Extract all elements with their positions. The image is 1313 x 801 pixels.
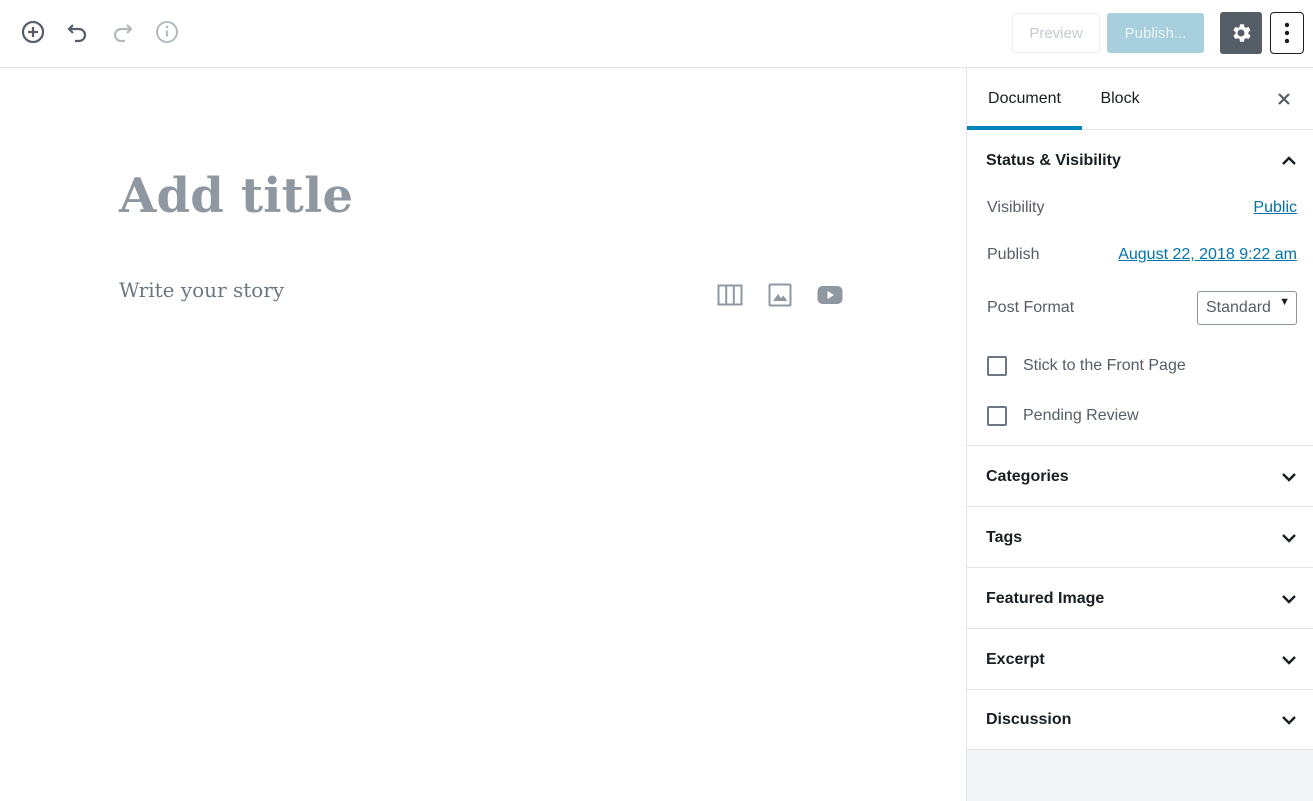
publish-label: Publish: [987, 246, 1040, 263]
chevron-down-icon: [1279, 467, 1299, 487]
gear-icon: [1233, 24, 1251, 42]
caret-down-icon: ▼: [1279, 296, 1290, 308]
panel-excerpt[interactable]: Excerpt: [967, 629, 1313, 690]
preview-button[interactable]: Preview: [1012, 13, 1100, 53]
publish-date-link[interactable]: August 22, 2018 9:22 am: [1118, 246, 1297, 264]
columns-icon[interactable]: [715, 280, 745, 310]
post-format-label: Post Format: [987, 299, 1075, 316]
pending-review-checkbox[interactable]: [987, 406, 1007, 426]
video-icon[interactable]: [815, 280, 845, 310]
pending-review-row: Pending Review: [987, 404, 1139, 428]
settings-sidebar: Document Block Status & Visibility Visib…: [966, 68, 1313, 801]
panel-featured-image[interactable]: Featured Image: [967, 568, 1313, 629]
post-body-placeholder[interactable]: Write your story: [119, 278, 284, 302]
tab-document[interactable]: Document: [967, 68, 1082, 130]
visibility-row: Visibility Public: [987, 197, 1297, 219]
editor-header-toolbar: Preview Publish...: [0, 0, 1313, 68]
panel-excerpt-toggle[interactable]: Excerpt: [967, 629, 1313, 690]
undo-icon[interactable]: [61, 16, 93, 48]
editor-canvas: Add title Write your story: [0, 68, 966, 801]
chevron-down-icon: [1279, 528, 1299, 548]
chevron-up-icon: [1279, 151, 1299, 171]
visibility-label: Visibility: [987, 199, 1045, 216]
post-format-select[interactable]: Standard ▼: [1197, 291, 1297, 325]
panel-tags-toggle[interactable]: Tags: [967, 507, 1313, 568]
sidebar-header: Document Block: [967, 68, 1313, 130]
chevron-down-icon: [1279, 650, 1299, 670]
vertical-ellipsis-icon: [1284, 22, 1290, 44]
panel-featured-image-toggle[interactable]: Featured Image: [967, 568, 1313, 629]
post-title-input[interactable]: Add title: [119, 168, 353, 224]
panel-status-visibility-toggle[interactable]: Status & Visibility: [967, 130, 1313, 191]
stick-to-front-label: Stick to the Front Page: [1023, 357, 1186, 374]
info-icon[interactable]: [151, 16, 183, 48]
panel-discussion[interactable]: Discussion: [967, 690, 1313, 750]
post-format-row: Post Format Standard ▼: [987, 291, 1297, 325]
stick-to-front-row: Stick to the Front Page: [987, 354, 1186, 378]
publish-button[interactable]: Publish...: [1107, 13, 1204, 53]
panel-status-visibility: Status & Visibility Visibility Public Pu…: [967, 130, 1313, 446]
more-options-button[interactable]: [1270, 12, 1304, 54]
close-icon[interactable]: [1269, 84, 1299, 114]
image-icon[interactable]: [765, 280, 795, 310]
pending-review-label: Pending Review: [1023, 407, 1139, 424]
chevron-down-icon: [1279, 589, 1299, 609]
tab-block[interactable]: Block: [1082, 68, 1158, 130]
stick-to-front-checkbox[interactable]: [987, 356, 1007, 376]
visibility-toggle-link[interactable]: Public: [1253, 199, 1297, 217]
redo-icon[interactable]: [107, 16, 139, 48]
panel-categories[interactable]: Categories: [967, 446, 1313, 507]
add-block-icon[interactable]: [17, 16, 49, 48]
settings-button[interactable]: [1220, 12, 1262, 54]
chevron-down-icon: [1279, 710, 1299, 730]
publish-date-row: Publish August 22, 2018 9:22 am: [987, 244, 1297, 266]
panel-categories-toggle[interactable]: Categories: [967, 446, 1313, 507]
panel-discussion-toggle[interactable]: Discussion: [967, 690, 1313, 750]
panel-tags[interactable]: Tags: [967, 507, 1313, 568]
